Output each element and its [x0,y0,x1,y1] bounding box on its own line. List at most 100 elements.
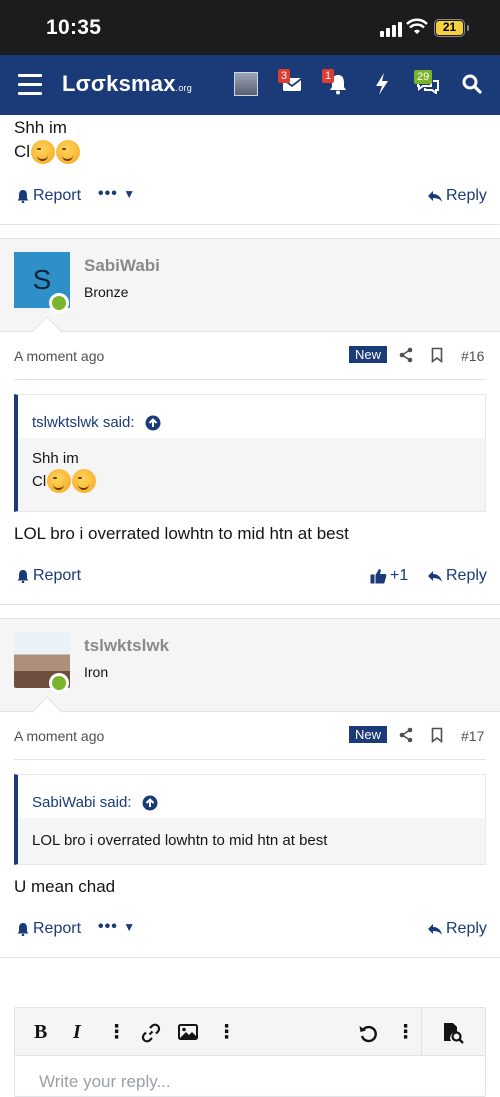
image-icon[interactable] [178,1024,198,1040]
battery-icon: 21 [434,19,469,37]
divider [14,759,486,760]
winking-emoji [47,469,72,493]
quote-block: tslwktslwk said: Shh im Cl [14,394,486,512]
winking-emoji [56,140,81,164]
alerts-button[interactable]: 1 [322,69,348,100]
undo-icon[interactable] [358,1023,378,1043]
user-rank: Iron [84,664,109,680]
cellular-signal-icon [380,22,402,37]
post-body: U mean chad [14,877,116,896]
post-timestamp[interactable]: A moment ago [14,728,104,744]
quote-header[interactable]: SabiWabi said: [18,775,485,818]
winking-emoji [72,469,97,493]
italic-icon[interactable]: I [73,1021,81,1044]
like-count: +1 [390,567,409,584]
chat-button[interactable]: 29 [414,70,440,99]
reply-button[interactable]: Reply [427,567,487,585]
like-button[interactable]: +1 [370,567,408,585]
arrow-up-circle-icon[interactable] [142,795,158,811]
post-body-line: Cl [14,140,81,164]
reply-label: Reply [446,920,487,937]
chevron-down-icon: ▼ [123,920,137,934]
report-label: Report [33,567,82,584]
more-insert-options-icon[interactable]: ⋮ [217,1021,236,1044]
share-icon[interactable] [398,727,414,743]
reply-arrow-icon [428,571,442,582]
new-badge: New [349,346,388,363]
lightning-bolt-icon [376,73,388,95]
menu-icon[interactable] [18,74,42,95]
editor-toolbar: B I ⋮ ⋮ ⋮ [15,1008,485,1056]
user-rank: Bronze [84,284,129,300]
more-dots-icon: ••• [98,918,118,935]
reply-button[interactable]: Reply [427,920,487,938]
site-logo[interactable]: Lσσksmax.org [62,71,192,97]
report-button[interactable]: Report [16,187,81,205]
whats-new-button[interactable] [374,72,390,101]
inbox-count-badge: 3 [278,69,291,83]
quote-author: SabiWabi said: [32,794,132,811]
account-avatar[interactable] [234,72,258,96]
divider [0,224,500,225]
more-options-button[interactable]: ••• ▼ [98,918,136,936]
post-body-text: Cl [14,142,31,161]
quote-block: SabiWabi said: LOL bro i overrated lowht… [14,774,486,865]
bell-icon [17,923,29,936]
more-options-icon[interactable]: ⋮ [396,1021,415,1044]
search-icon [462,74,482,94]
bold-icon[interactable]: B [34,1021,47,1044]
reply-editor: B I ⋮ ⋮ ⋮ Write your reply... [14,1007,486,1097]
post-header [0,618,500,712]
share-icon[interactable] [398,347,414,363]
report-button[interactable]: Report [16,567,81,585]
online-indicator [49,293,69,313]
reply-input[interactable]: Write your reply... [15,1056,485,1092]
quote-line: Cl [32,469,485,493]
post-number-link[interactable]: #17 [461,728,484,744]
report-button[interactable]: Report [16,920,81,938]
more-options-button[interactable]: ••• ▼ [98,185,136,203]
reply-label: Reply [446,187,487,204]
reply-label: Reply [446,567,487,584]
bell-icon [17,570,29,583]
post-timestamp[interactable]: A moment ago [14,348,104,364]
thumbs-up-icon [370,569,387,584]
bookmark-icon[interactable] [431,727,443,743]
battery-level: 21 [436,21,463,35]
chat-count-badge: 29 [414,70,433,84]
more-dots-icon: ••• [98,185,118,202]
status-bar: 10:35 21 [0,0,500,55]
quote-body: LOL bro i overrated lowhtn to mid htn at… [18,818,485,864]
logo-suffix: .org [175,83,192,93]
new-badge: New [349,726,388,743]
divider [0,604,500,605]
divider [14,379,486,380]
preview-icon[interactable] [442,1022,464,1044]
username-link[interactable]: tslwktslwk [84,636,169,656]
quote-author: tslwktslwk said: [32,414,135,431]
search-button[interactable] [462,74,482,99]
top-nav-bar: Lσσksmax.org 3 1 29 [0,55,500,115]
quote-line: Shh im [32,450,79,467]
post-header [0,238,500,332]
link-icon[interactable] [141,1023,161,1043]
online-indicator [49,673,69,693]
quote-header[interactable]: tslwktslwk said: [18,395,485,438]
report-label: Report [33,920,82,937]
arrow-up-circle-icon[interactable] [145,415,161,431]
reply-arrow-icon [428,924,442,935]
quote-body: Shh im Cl [18,438,485,511]
reply-arrow-icon [428,191,442,202]
quote-text: Cl [32,472,47,490]
bell-icon [17,190,29,203]
reply-button[interactable]: Reply [427,187,487,205]
more-text-options-icon[interactable]: ⋮ [107,1021,126,1044]
username-link[interactable]: SabiWabi [84,256,160,276]
wifi-icon [406,18,428,34]
chevron-down-icon: ▼ [123,187,137,201]
winking-emoji [31,140,56,164]
bookmark-icon[interactable] [431,347,443,363]
toolbar-divider [421,1008,422,1056]
post-number-link[interactable]: #16 [461,348,484,364]
inbox-button[interactable]: 3 [278,69,302,98]
